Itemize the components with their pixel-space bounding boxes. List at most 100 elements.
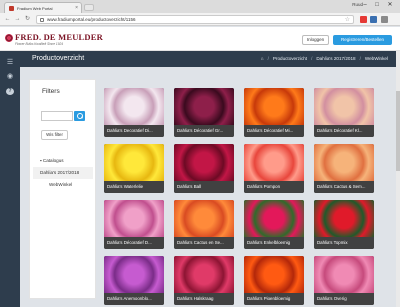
breadcrumb-item[interactable]: WebWinkel [365, 56, 388, 61]
product-image[interactable] [314, 256, 374, 293]
product-image[interactable] [244, 144, 304, 181]
favicon-icon [9, 5, 14, 11]
product-card[interactable]: Dahlia's Pompon [244, 144, 304, 193]
product-image[interactable] [174, 200, 234, 237]
product-name[interactable]: Dahlia's Halskraag [174, 293, 234, 305]
site-header: FRED. DE MEULDER Flower Bulbs Kwaliteit … [0, 27, 400, 51]
product-name[interactable]: Dahlia's Décoratief Kl... [314, 125, 374, 137]
product-name[interactable]: Dahlia's Enkelbloemig [244, 237, 304, 249]
product-name[interactable]: Dahlia's Cactus en Se... [174, 237, 234, 249]
hamburger-menu-icon[interactable]: ☰ [6, 59, 14, 66]
extension-icon[interactable] [360, 16, 367, 23]
product-card[interactable]: Dahlia's Pioenbloemig [244, 256, 304, 305]
product-card[interactable]: Dahlia's Halskraag [174, 256, 234, 305]
forward-icon[interactable]: → [13, 15, 22, 24]
product-image[interactable] [314, 144, 374, 181]
filters-panel: Filters Wis filter ▪ Catalogus Dahlia's … [29, 79, 96, 299]
product-name[interactable]: Dahlia's Décoratief Mi... [244, 125, 304, 137]
product-image[interactable] [104, 88, 164, 125]
menu-icon[interactable] [381, 16, 388, 23]
search-input[interactable] [41, 111, 73, 121]
product-image[interactable] [174, 144, 234, 181]
maximize-icon[interactable]: □ [372, 1, 382, 10]
brand-tagline: Flower Bulbs Kwaliteit Since 1924 [15, 42, 64, 46]
product-name[interactable]: Dahlia's Décoratief Gr... [174, 125, 234, 137]
browser-tab[interactable]: Fradium Web Portal × [4, 2, 82, 13]
tree-item-dahlias[interactable]: Dahlia's 2017/2018 [33, 167, 93, 179]
product-card[interactable]: Dahlia's Décoratief Kl... [314, 88, 374, 137]
category-tree: ▪ Catalogus Dahlia's 2017/2018 WebWinkel [33, 155, 93, 191]
product-card[interactable]: Dahlia's Décoratief Gr... [174, 88, 234, 137]
product-card[interactable]: Dahlia's Décoratief Mi... [244, 88, 304, 137]
breadcrumb-item[interactable]: Dahlia's 2017/2018 [316, 56, 355, 61]
bookmark-star-icon[interactable]: ☆ [345, 16, 350, 24]
product-card[interactable]: Dahlia's Waterlelie [104, 144, 164, 193]
tree-item-catalogus[interactable]: ▪ Catalogus [33, 155, 93, 167]
product-image[interactable] [244, 200, 304, 237]
product-name[interactable]: Dahlia's Ball [174, 181, 234, 193]
side-rail: ☰ ◉ ? [0, 51, 20, 307]
scrollbar-thumb[interactable] [396, 91, 400, 171]
product-card[interactable]: Dahlia's Ball [174, 144, 234, 193]
breadcrumb-separator: / [267, 56, 269, 61]
product-image[interactable] [314, 88, 374, 125]
product-image[interactable] [314, 200, 374, 237]
product-card[interactable]: Dahlia's Topmix [314, 200, 374, 249]
lock-icon [40, 17, 44, 22]
page-header: Productoverzicht ⌂ / Productoverzicht / … [20, 51, 400, 67]
breadcrumb-item[interactable]: Productoverzicht [273, 56, 307, 61]
tab-close-icon[interactable]: × [75, 5, 81, 11]
browser-titlebar: Fradium Web Portal × Ruud – □ ✕ [0, 0, 400, 13]
product-name[interactable]: Dahlia's Décoratief D... [104, 237, 164, 249]
dashboard-icon[interactable]: ◉ [6, 73, 14, 80]
tree-item-webwinkel[interactable]: WebWinkel [33, 179, 93, 191]
new-tab-button[interactable] [84, 4, 94, 11]
product-card[interactable]: Dahlia's Cactus en Se... [174, 200, 234, 249]
product-image[interactable] [104, 144, 164, 181]
url-text: www.fradiumportal.eu/productoverzicht/11… [47, 17, 136, 22]
product-image[interactable] [104, 200, 164, 237]
product-name[interactable]: Dahlia's Pompon [244, 181, 304, 193]
product-grid: Dahlia's Decoratief Di... Dahlia's Décora… [100, 84, 392, 307]
minimize-icon[interactable]: – [360, 1, 370, 10]
product-card[interactable]: Dahlia's Overig [314, 256, 374, 305]
brand-name[interactable]: FRED. DE MEULDER [15, 32, 103, 42]
product-name[interactable]: Dahlia's Pioenbloemig [244, 293, 304, 305]
breadcrumb-separator: / [359, 56, 361, 61]
product-image[interactable] [174, 256, 234, 293]
reload-icon[interactable]: ↻ [23, 15, 32, 24]
product-image[interactable] [174, 88, 234, 125]
product-name[interactable]: Dahlia's Waterlelie [104, 181, 164, 193]
page-title: Productoverzicht [32, 55, 85, 62]
product-card[interactable]: Dahlia's Cactus & Sem... [314, 144, 374, 193]
product-card[interactable]: Dahlia's Décoratief D... [104, 200, 164, 249]
product-card[interactable]: Dahlia's Anemoonblo... [104, 256, 164, 305]
register-button[interactable]: Registreren/Bestellen [333, 35, 392, 45]
breadcrumb: ⌂ / Productoverzicht / Dahlia's 2017/201… [261, 56, 388, 61]
url-input[interactable]: www.fradiumportal.eu/productoverzicht/11… [36, 15, 354, 24]
product-name[interactable]: Dahlia's Decoratief Di... [104, 125, 164, 137]
product-name[interactable]: Dahlia's Cactus & Sem... [314, 181, 374, 193]
product-card[interactable]: Dahlia's Enkelbloemig [244, 200, 304, 249]
search-button[interactable] [74, 111, 85, 121]
breadcrumb-separator: / [311, 56, 313, 61]
product-image[interactable] [244, 88, 304, 125]
address-bar: ← → ↻ www.fradiumportal.eu/productoverzi… [0, 13, 400, 26]
product-image[interactable] [244, 256, 304, 293]
filters-title: Filters [42, 88, 60, 95]
login-button[interactable]: Inloggen [302, 35, 329, 45]
product-name[interactable]: Dahlia's Topmix [314, 237, 374, 249]
help-icon[interactable]: ? [6, 88, 14, 95]
product-image[interactable] [104, 256, 164, 293]
scrollbar[interactable] [396, 51, 400, 307]
product-name[interactable]: Dahlia's Anemoonblo... [104, 293, 164, 305]
tab-title: Fradium Web Portal [17, 5, 53, 11]
product-name[interactable]: Dahlia's Overig [314, 293, 374, 305]
brand-logo-icon[interactable] [5, 34, 13, 42]
clear-filter-button[interactable]: Wis filter [41, 130, 68, 140]
back-icon[interactable]: ← [3, 15, 12, 24]
product-card[interactable]: Dahlia's Decoratief Di... [104, 88, 164, 137]
close-window-icon[interactable]: ✕ [385, 1, 395, 10]
extension-icon[interactable] [370, 16, 377, 23]
home-icon[interactable]: ⌂ [261, 56, 264, 61]
